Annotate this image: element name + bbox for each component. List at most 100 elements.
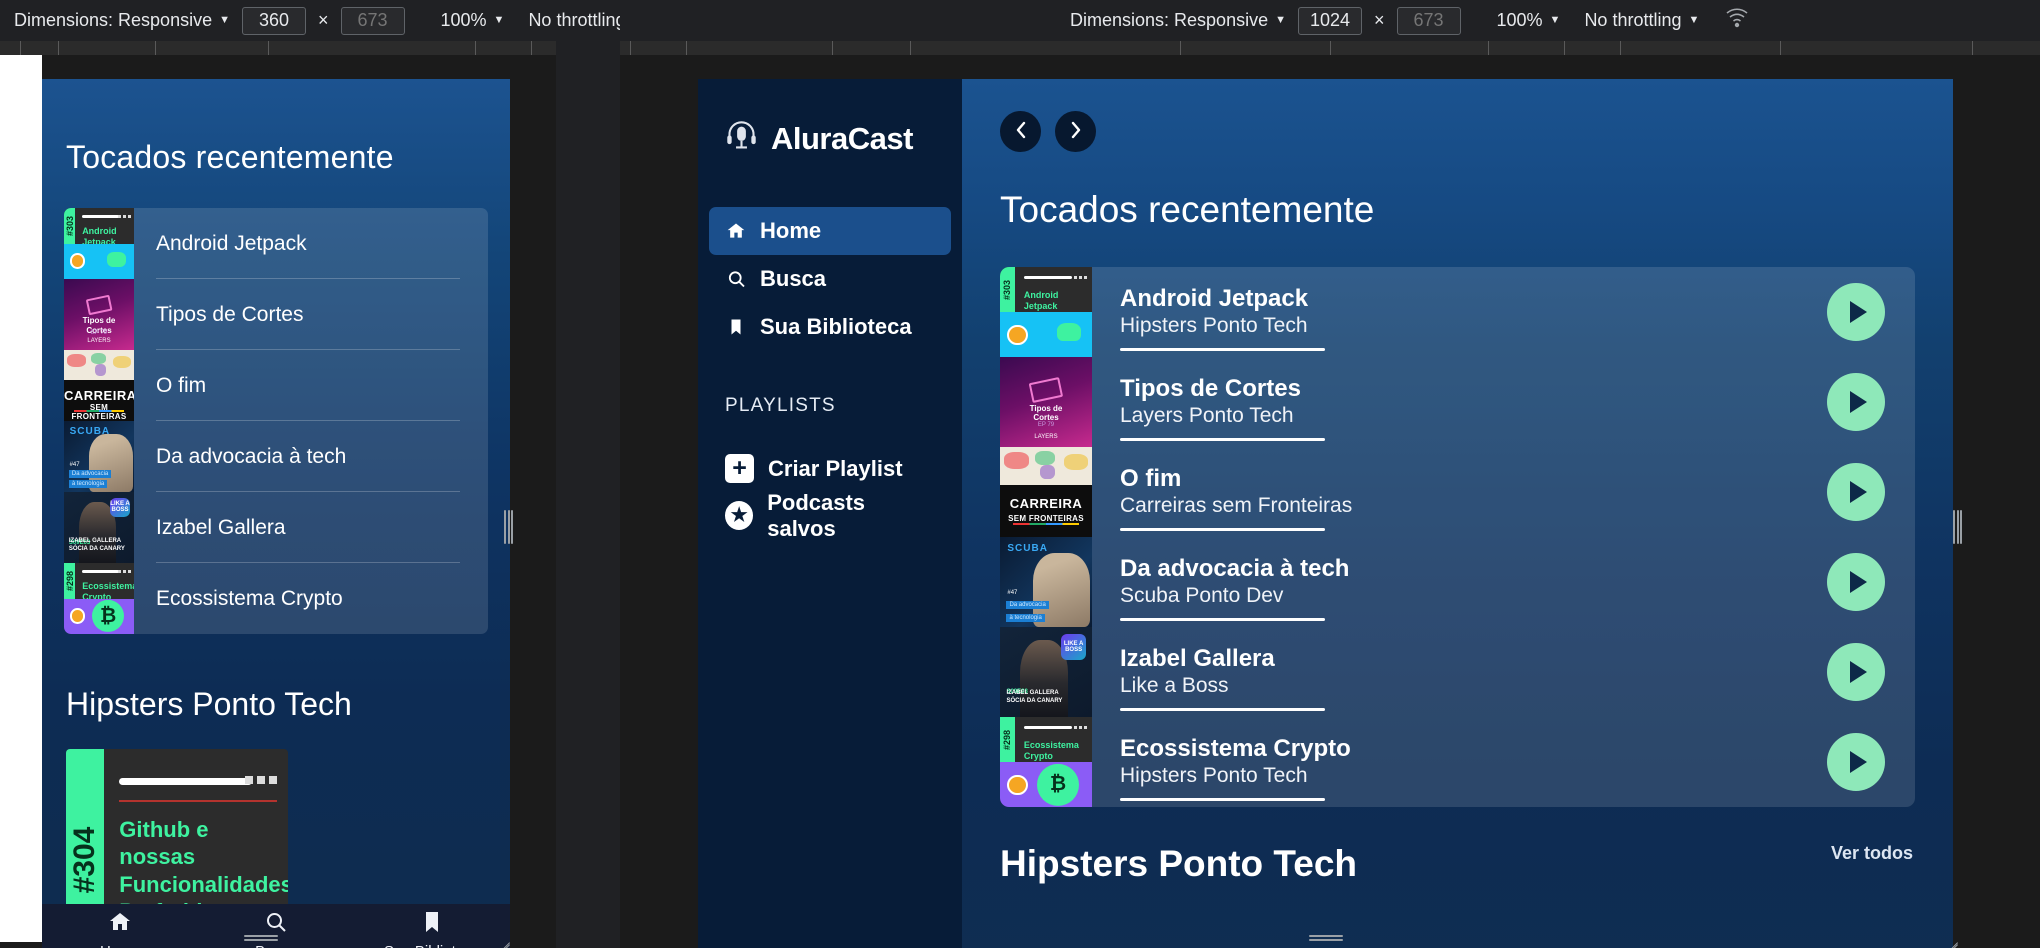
desktop-heading-hipsters: Hipsters Ponto Tech Ver todos <box>1000 843 1913 884</box>
table-row[interactable]: Tipos de Cortes EP 79 LAYERS Tipos de Co… <box>1000 357 1915 447</box>
bookmark-icon <box>419 910 445 939</box>
album-art-izabel: LIKE A BOSS S09E03 IZABEL GALLERA SÓCIA … <box>64 492 134 563</box>
dimensions-dropdown-right[interactable]: Dimensions: Responsive <box>1070 10 1268 31</box>
list-item[interactable]: #303 Android Jetpack Android Jetpack <box>64 208 488 279</box>
sidebar-item-label: Home <box>760 218 822 243</box>
art-line-1: Tipos de <box>1029 403 1063 413</box>
mobile-viewport: Tocados recentemente #303 Android Jetpac… <box>42 79 510 948</box>
art-title: CARREIRA <box>64 388 134 404</box>
table-row[interactable]: CARREIRA SEM FRONTEIRAS O fim Carreiras … <box>1000 447 1915 537</box>
list-item[interactable]: LIKE A BOSS S09E03 IZABEL GALLERA SÓCIA … <box>64 492 488 563</box>
height-input-left[interactable] <box>340 6 405 35</box>
width-input-right[interactable] <box>1297 6 1362 35</box>
list-item-title: Da advocacia à tech <box>156 444 347 468</box>
table-row[interactable]: #303 Android Jetpack Android Jetpack Hip… <box>1000 267 1915 357</box>
width-input-left[interactable] <box>241 6 306 35</box>
play-button[interactable] <box>1827 553 1885 611</box>
desktop-app: AluraCast Home Busca Sua Biblioteca PLAY… <box>698 79 1953 948</box>
mobile-recent-list: #303 Android Jetpack Android Jetpack Tip… <box>64 208 488 634</box>
back-button[interactable] <box>1000 111 1041 152</box>
album-art-scuba: SCUBA #47 Da advocacia à tecnologia <box>64 421 134 492</box>
play-icon <box>1850 391 1867 413</box>
network-conditions-icon[interactable] <box>1725 7 1749 34</box>
multiply-symbol: × <box>317 10 329 30</box>
table-row[interactable]: #298 Ecossistema Crypto ₿ Ecossistema Cr… <box>1000 717 1915 807</box>
list-item[interactable]: SCUBA #47 Da advocacia à tecnologia Da a… <box>64 421 488 492</box>
featured-title-line-2: Funcionalidades <box>119 871 288 897</box>
art-subtitle: SEM FRONTEIRAS <box>1008 513 1084 523</box>
bitcoin-icon: ₿ <box>92 600 125 633</box>
art-title: CARREIRA <box>1009 495 1083 511</box>
chevron-down-icon[interactable]: ▼ <box>219 14 230 26</box>
viewport-height-handle-left[interactable] <box>244 935 278 941</box>
featured-title-line-1: Github e nossas <box>119 816 209 870</box>
chevron-down-icon[interactable]: ▼ <box>1550 14 1561 26</box>
chevron-down-icon[interactable]: ▼ <box>494 14 505 26</box>
dimensions-dropdown-left[interactable]: Dimensions: Responsive <box>14 10 212 31</box>
art-episode-number: #47 <box>69 461 80 468</box>
sidebar-item-biblioteca[interactable]: Sua Biblioteca <box>709 303 951 351</box>
viewport-corner-grip-right[interactable] <box>1942 930 1960 948</box>
album-art-carreira: CARREIRA SEM FRONTEIRAS <box>64 350 134 421</box>
viewport-resize-handle-right[interactable] <box>1953 510 1962 544</box>
zoom-value-right: 100% <box>1496 10 1543 30</box>
art-tag-2: à tecnologia <box>1006 613 1045 622</box>
nav-item-home[interactable]: Home <box>43 910 197 948</box>
nav-item-biblioteca[interactable]: Sua Biblioteca <box>355 910 509 948</box>
height-input-right[interactable] <box>1396 6 1461 35</box>
throttling-dropdown-right[interactable]: No throttling ▼ <box>1584 10 1699 31</box>
see-all-link[interactable]: Ver todos <box>1831 843 1913 864</box>
table-row[interactable]: SCUBA #47 Da advocacia à tecnologia Da a… <box>1000 537 1915 627</box>
play-icon <box>1850 661 1867 683</box>
viewport-resize-handle-left[interactable] <box>504 510 513 544</box>
sidebar-item-criar-playlist[interactable]: + Criar Playlist <box>709 445 951 492</box>
plus-square-icon: + <box>725 454 754 483</box>
sidebar-nav: Home Busca Sua Biblioteca <box>698 207 962 351</box>
play-button[interactable] <box>1827 643 1885 701</box>
list-item[interactable]: CARREIRA SEM FRONTEIRAS O fim <box>64 350 488 421</box>
zoom-value-left: 100% <box>440 10 487 30</box>
play-button[interactable] <box>1827 283 1885 341</box>
zoom-dropdown-right[interactable]: 100% ▼ <box>1497 10 1561 31</box>
play-button[interactable] <box>1827 373 1885 431</box>
row-title: Izabel Gallera <box>1120 644 1275 672</box>
sidebar-item-home[interactable]: Home <box>709 207 951 255</box>
brand-logo[interactable]: AluraCast <box>698 105 962 159</box>
sidebar-item-podcasts-salvos[interactable]: ★ Podcasts salvos <box>709 490 951 541</box>
list-item[interactable]: Tipos de Cortes EP 79 LAYERS Tipos de Co… <box>64 279 488 350</box>
chevron-down-icon[interactable]: ▼ <box>1689 14 1700 26</box>
row-title: Android Jetpack <box>1120 284 1309 312</box>
chevron-left-icon <box>1014 121 1028 143</box>
sidebar-item-label: Sua Biblioteca <box>760 314 912 339</box>
mobile-heading-recent: Tocados recentemente <box>66 139 394 175</box>
table-row[interactable]: LIKE A BOSS S09E03 IZABEL GALLERA SÓCIA … <box>1000 627 1915 717</box>
album-art-jetpack: #303 Android Jetpack <box>64 208 134 279</box>
viewport-height-handle-right[interactable] <box>1309 935 1343 941</box>
art-tag-2: à tecnologia <box>68 479 108 488</box>
row-subtitle: Hipsters Ponto Tech <box>1120 314 1308 338</box>
album-art-izabel: LIKE A BOSS S09E03 IZABEL GALLERA SÓCIA … <box>1000 627 1092 717</box>
sidebar-item-busca[interactable]: Busca <box>709 255 951 303</box>
list-item[interactable]: #298 Ecossistema Crypto ₿ Ecossistema Cr… <box>64 563 488 634</box>
nav-item-busca[interactable]: Busca <box>199 910 353 948</box>
device-toolbar-right: Dimensions: Responsive ▼ × 100% ▼ No thr… <box>620 0 2040 41</box>
play-icon <box>1850 751 1867 773</box>
throttling-value-left: No throttling <box>528 10 626 30</box>
row-title: Da advocacia à tech <box>1120 554 1350 582</box>
mobile-bottom-nav: Home Busca Sua Biblioteca <box>42 904 510 948</box>
forward-button[interactable] <box>1055 111 1096 152</box>
play-button[interactable] <box>1827 463 1885 521</box>
art-guest-role: SÓCIA DA CANARY <box>1006 697 1063 704</box>
row-title: Ecossistema Crypto <box>1120 734 1351 762</box>
device-stage-right: AluraCast Home Busca Sua Biblioteca PLAY… <box>620 55 2040 948</box>
sidebar-item-label: Busca <box>760 266 827 291</box>
art-episode-number: #298 <box>1002 729 1013 750</box>
nav-label: Home <box>100 943 140 948</box>
art-episode-number: #303 <box>1002 279 1013 300</box>
search-icon <box>725 269 747 289</box>
viewport-corner-grip-left[interactable] <box>494 930 512 948</box>
play-button[interactable] <box>1827 733 1885 791</box>
zoom-dropdown-left[interactable]: 100% ▼ <box>441 10 505 31</box>
chevron-down-icon[interactable]: ▼ <box>1275 14 1286 26</box>
sidebar-playlists: + Criar Playlist ★ Podcasts salvos <box>698 445 962 541</box>
